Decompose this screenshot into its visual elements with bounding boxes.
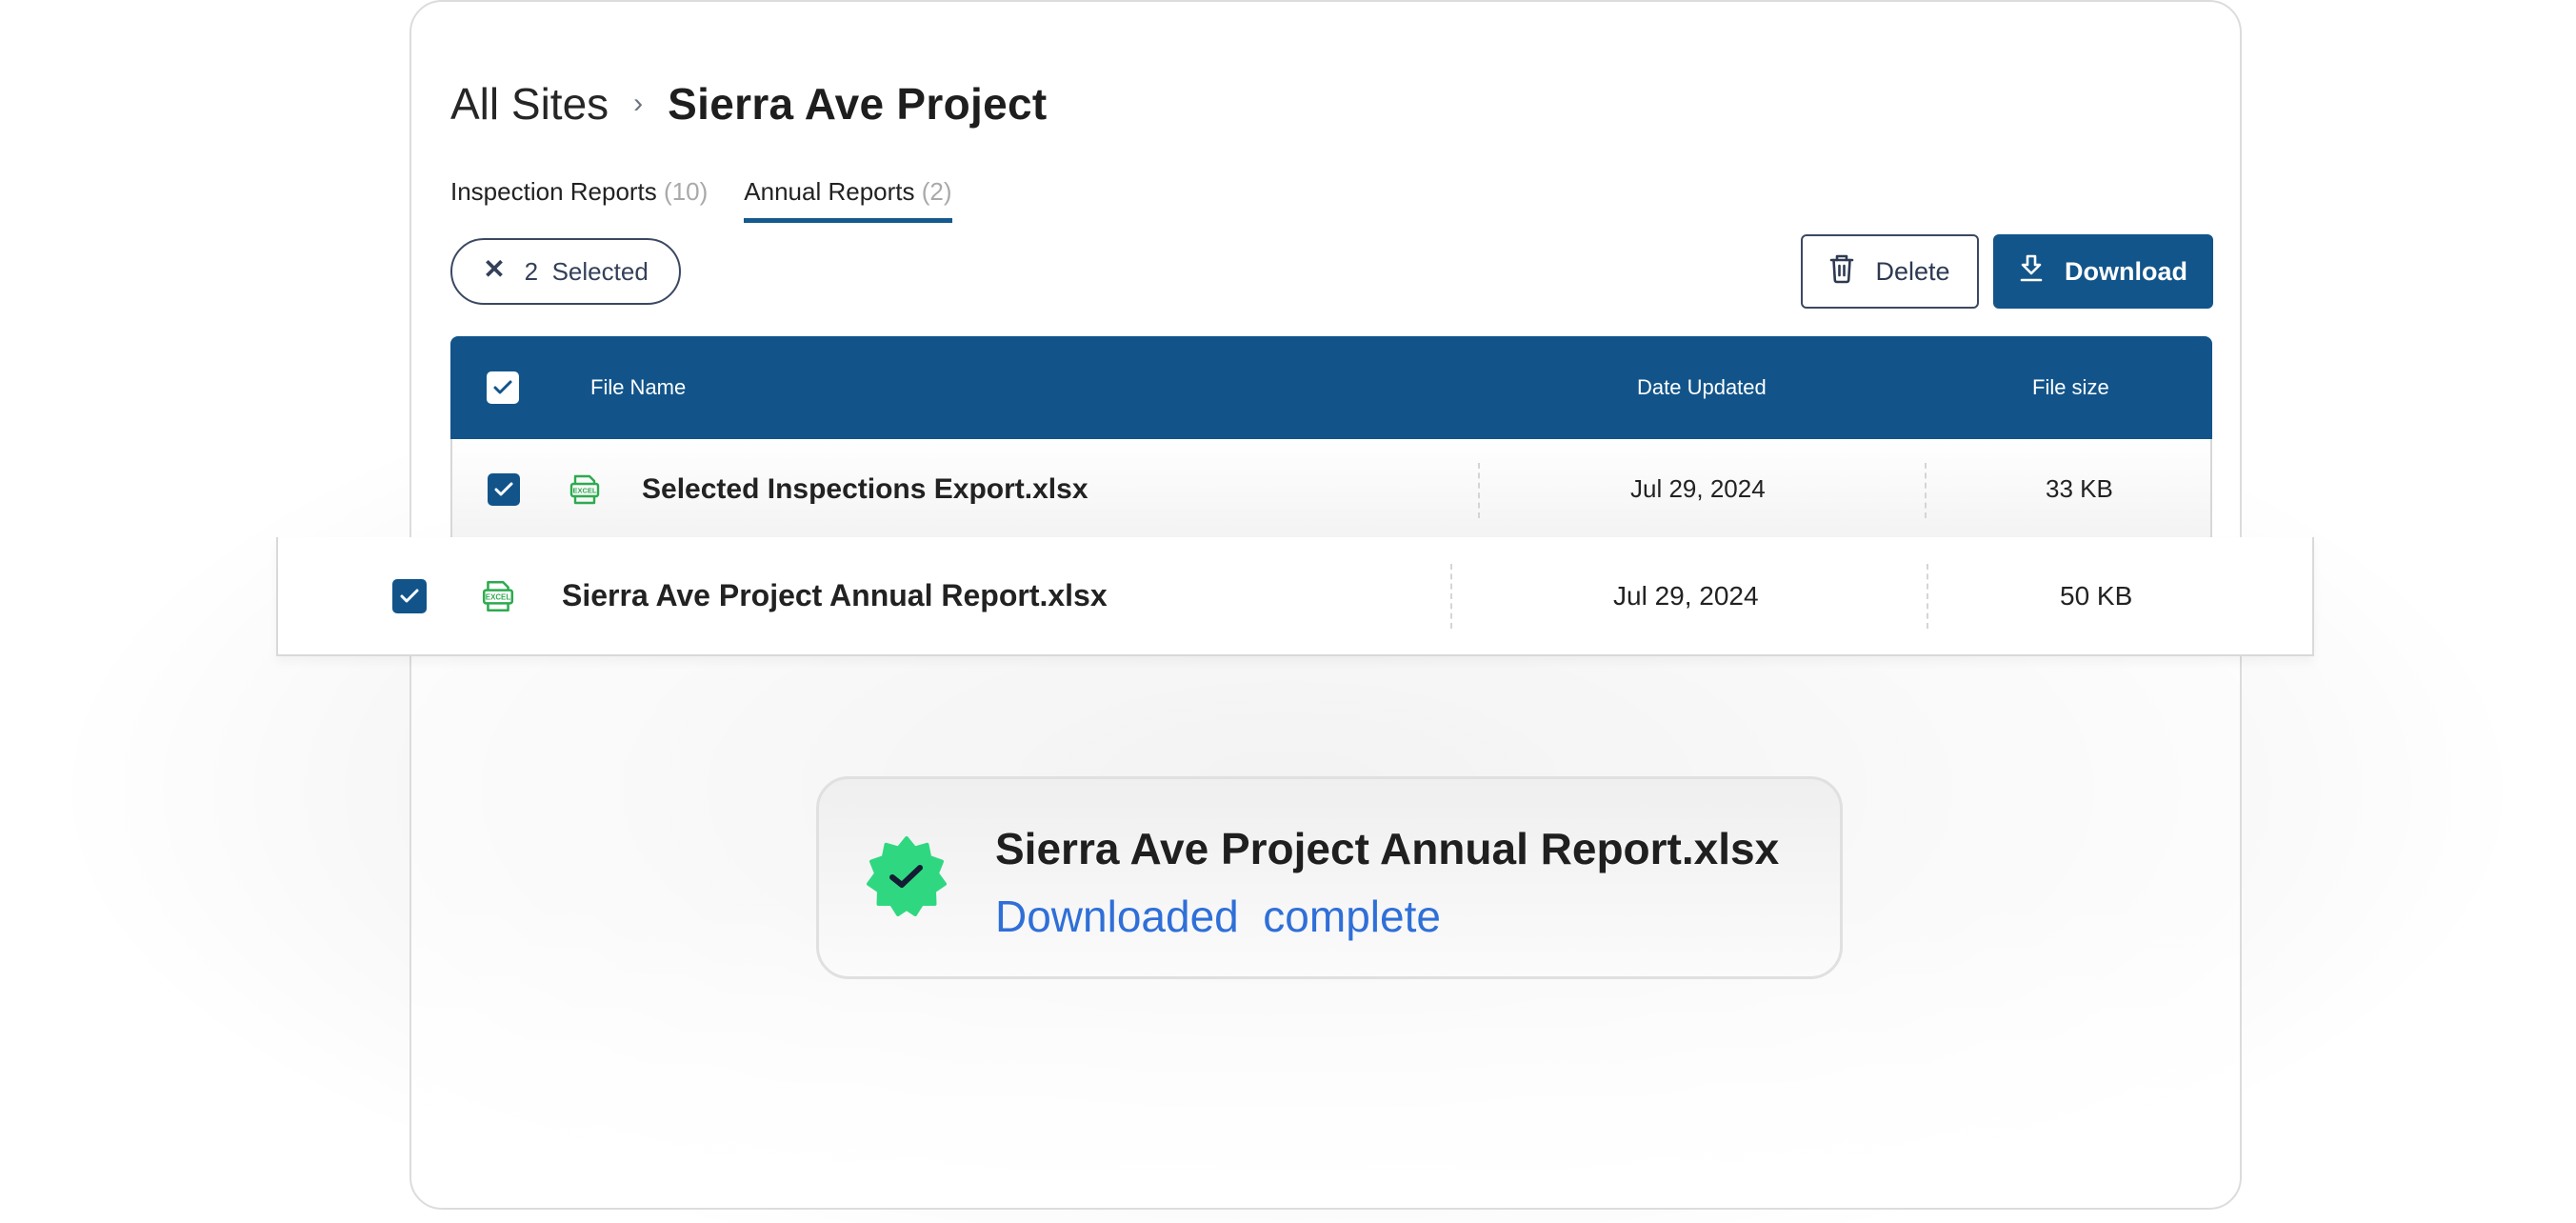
column-header-file-size[interactable]: File size — [2032, 336, 2109, 439]
file-size: 33 KB — [2046, 474, 2113, 503]
download-button[interactable]: Download — [1993, 234, 2213, 309]
download-icon — [2019, 254, 2044, 290]
svg-text:EXCEL: EXCEL — [486, 592, 511, 601]
toast-file-name: Sierra Ave Project Annual Report.xlsx — [995, 824, 1780, 873]
tab-label: Inspection Reports — [450, 177, 657, 206]
breadcrumb: All Sites › Sierra Ave Project — [450, 78, 1047, 130]
row-checkbox[interactable] — [392, 578, 427, 613]
clear-selection-button[interactable]: ✕ 2 Selected — [450, 238, 681, 305]
download-toast: Sierra Ave Project Annual Report.xlsx Do… — [816, 776, 1843, 979]
file-name[interactable]: Selected Inspections Export.xlsx — [642, 439, 1088, 539]
delete-button[interactable]: Delete — [1801, 234, 1979, 309]
column-divider — [1927, 564, 1928, 629]
delete-label: Delete — [1875, 256, 1950, 286]
column-divider — [1478, 463, 1480, 518]
page-title: Sierra Ave Project — [668, 79, 1048, 129]
file-size: 50 KB — [2060, 580, 2133, 611]
column-divider — [1450, 564, 1452, 629]
selected-count: 2 — [524, 256, 539, 286]
tab-count: (2) — [921, 177, 952, 206]
select-all-checkbox[interactable] — [487, 371, 519, 404]
download-label: Download — [2065, 256, 2187, 286]
excel-file-icon: EXCEL — [481, 537, 515, 654]
selected-label: Selected — [551, 256, 649, 286]
table-row-highlighted[interactable]: EXCEL Sierra Ave Project Annual Report.x… — [276, 537, 2314, 656]
chevron-right-icon: › — [633, 88, 644, 119]
column-header-file-name[interactable]: File Name — [590, 336, 686, 439]
breadcrumb-all-sites[interactable]: All Sites — [450, 78, 609, 130]
date-updated: Jul 29, 2024 — [1630, 474, 1766, 503]
tab-annual-reports[interactable]: Annual Reports (2) — [744, 177, 952, 223]
table-header: File Name Date Updated File size — [450, 336, 2212, 439]
table-row[interactable]: EXCEL Selected Inspections Export.xlsx J… — [450, 439, 2212, 539]
verified-badge-icon — [867, 836, 947, 916]
column-header-date-updated[interactable]: Date Updated — [1637, 336, 1767, 439]
toast-status: Downloaded complete — [995, 892, 1441, 941]
select-all-cell — [487, 336, 519, 439]
report-tabs: Inspection Reports (10) Annual Reports (… — [450, 177, 988, 223]
tab-inspection-reports[interactable]: Inspection Reports (10) — [450, 177, 708, 223]
close-icon: ✕ — [483, 253, 506, 284]
excel-file-icon: EXCEL — [569, 439, 601, 539]
trash-icon — [1829, 253, 1854, 291]
file-name[interactable]: Sierra Ave Project Annual Report.xlsx — [562, 537, 1108, 654]
tab-count: (10) — [664, 177, 709, 206]
row-checkbox[interactable] — [488, 472, 520, 506]
date-updated: Jul 29, 2024 — [1613, 580, 1759, 611]
tab-label: Annual Reports — [744, 177, 915, 206]
svg-text:EXCEL: EXCEL — [572, 486, 596, 494]
column-divider — [1925, 463, 1927, 518]
